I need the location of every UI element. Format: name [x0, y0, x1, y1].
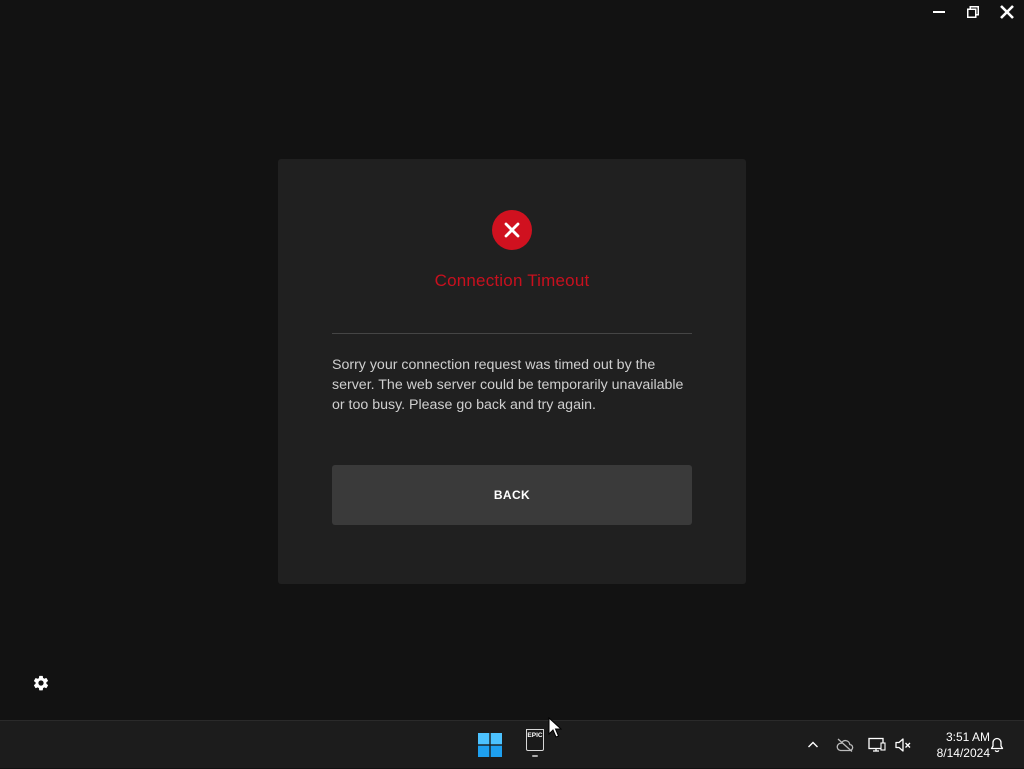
network-icon [868, 737, 886, 752]
epic-games-taskbar-button[interactable]: EPIC [520, 729, 550, 761]
tray-overflow-button[interactable] [801, 733, 825, 757]
close-icon [1000, 5, 1014, 19]
cloud-offline-icon [836, 738, 854, 752]
minimize-icon [933, 11, 945, 13]
divider [332, 333, 692, 334]
running-indicator [532, 755, 538, 757]
back-button[interactable]: BACK [332, 465, 692, 525]
window-controls [922, 0, 1024, 24]
clock-time: 3:51 AM [945, 730, 990, 744]
restore-button[interactable] [956, 0, 990, 24]
gear-icon [33, 675, 49, 691]
windows-start-icon [478, 733, 502, 757]
bell-icon [990, 737, 1004, 753]
restore-icon [967, 6, 979, 18]
chevron-up-icon [808, 741, 818, 748]
onedrive-button[interactable] [833, 733, 857, 757]
taskbar: EPIC 3:51 AM 8/14/2024 [0, 720, 1024, 768]
minimize-button[interactable] [922, 0, 956, 24]
start-button[interactable] [476, 731, 504, 759]
settings-button[interactable] [32, 674, 50, 692]
epic-launcher-window: Connection Timeout Sorry your connection… [0, 0, 1024, 720]
epic-games-logo-icon: EPIC [526, 729, 544, 751]
clock[interactable]: 3:51 AM 8/14/2024 [916, 729, 990, 761]
network-button[interactable] [865, 733, 889, 757]
notifications-button[interactable] [986, 734, 1008, 756]
clock-date: 8/14/2024 [936, 746, 990, 760]
error-x-icon [492, 210, 532, 250]
system-tray [801, 721, 915, 769]
error-dialog: Connection Timeout Sorry your connection… [278, 159, 746, 584]
volume-muted-icon [895, 738, 911, 752]
dialog-title: Connection Timeout [434, 271, 590, 290]
volume-button[interactable] [891, 733, 915, 757]
close-button[interactable] [990, 0, 1024, 24]
error-message: Sorry your connection request was timed … [332, 357, 684, 413]
